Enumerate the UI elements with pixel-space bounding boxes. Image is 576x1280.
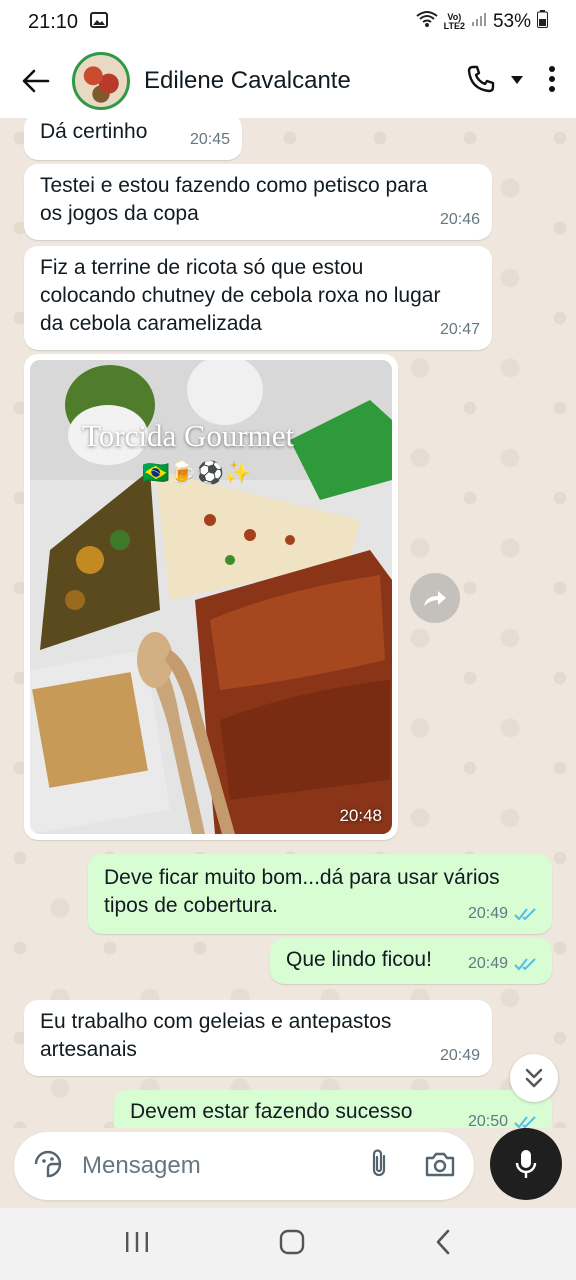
read-receipt-icon: [514, 958, 536, 971]
system-nav-bar: [0, 1208, 576, 1280]
contact-name[interactable]: Edilene Cavalcante: [144, 67, 466, 95]
message-text: Testei e estou fazendo como petisco para…: [40, 174, 428, 225]
message-time: 20:47: [439, 321, 480, 338]
message-text: Fiz a terrine de ricota só que estou col…: [40, 256, 441, 335]
message-text: Deve ficar muito bom...dá para usar vári…: [104, 866, 500, 917]
attach-button[interactable]: [368, 1148, 390, 1185]
double-chevron-down-icon: [525, 1068, 543, 1088]
sticker-button[interactable]: [32, 1148, 64, 1185]
sticker-icon: [34, 1150, 62, 1177]
kebab-menu-icon: [549, 65, 555, 92]
image-caption: Torcida Gourmet: [82, 418, 295, 453]
message-text: Eu trabalho com geleias e antepastos art…: [40, 1010, 392, 1061]
more-options-button[interactable]: [548, 65, 556, 98]
recent-apps-button[interactable]: [124, 1230, 150, 1259]
food-photo[interactable]: Torcida Gourmet 🇧🇷🍺⚽✨ 20:48: [30, 360, 392, 834]
paperclip-icon: [372, 1148, 386, 1176]
message-incoming[interactable]: Dá certinho 20:45: [24, 118, 242, 160]
call-options-button[interactable]: [510, 72, 524, 90]
home-icon: [279, 1229, 305, 1254]
read-receipt-icon: [514, 908, 536, 921]
camera-button[interactable]: [424, 1150, 456, 1183]
microphone-icon: [515, 1150, 537, 1178]
camera-icon: [425, 1152, 455, 1176]
image-emojis: 🇧🇷🍺⚽✨: [142, 460, 252, 485]
phone-call-button[interactable]: [466, 64, 496, 99]
system-back-button[interactable]: [434, 1229, 452, 1260]
message-time: 20:49: [467, 955, 508, 972]
scroll-to-bottom-button[interactable]: [510, 1054, 558, 1102]
message-time: 20:45: [189, 131, 230, 148]
signal-icon: [471, 11, 487, 33]
message-outgoing[interactable]: Deve ficar muito bom...dá para usar vári…: [88, 854, 552, 934]
recent-apps-icon: [126, 1231, 149, 1252]
message-outgoing[interactable]: Devem estar fazendo sucesso 20:50: [114, 1090, 552, 1128]
forward-icon: [424, 591, 446, 606]
message-incoming[interactable]: Fiz a terrine de ricota só que estou col…: [24, 246, 492, 350]
status-bar: 21:10 Vo) LTE2 53%: [0, 0, 576, 44]
message-time: 20:50: [467, 1113, 508, 1128]
arrow-left-icon: [22, 69, 50, 93]
volte-line2: LTE2: [443, 21, 465, 31]
message-time: 20:46: [439, 211, 480, 228]
message-composer: Mensagem: [0, 1128, 576, 1208]
battery-icon: [537, 10, 548, 34]
gallery-notification-icon: [90, 11, 109, 34]
message-incoming[interactable]: Testei e estou fazendo como petisco para…: [24, 164, 492, 240]
read-receipt-icon: [514, 1116, 536, 1128]
message-input[interactable]: Mensagem: [14, 1132, 474, 1200]
battery-percent: 53%: [492, 11, 531, 32]
avatar[interactable]: [72, 52, 130, 110]
home-button[interactable]: [279, 1229, 305, 1260]
message-time: 20:48: [339, 806, 382, 825]
back-button[interactable]: [0, 44, 72, 118]
phone-icon: [467, 65, 495, 92]
message-time: 20:49: [439, 1047, 480, 1064]
voice-record-button[interactable]: [490, 1128, 562, 1200]
message-incoming[interactable]: Eu trabalho com geleias e antepastos art…: [24, 1000, 492, 1076]
volte-indicator: Vo) LTE2: [444, 13, 465, 31]
chat-header: Edilene Cavalcante: [0, 44, 576, 118]
chat-area[interactable]: Dá certinho 20:45 Testei e estou fazendo…: [0, 118, 576, 1128]
wifi-icon: [416, 10, 438, 34]
status-time: 21:10: [28, 10, 79, 33]
chevron-left-icon: [436, 1229, 449, 1254]
forward-button[interactable]: [410, 573, 460, 623]
message-time: 20:49: [467, 905, 508, 922]
image-message[interactable]: Torcida Gourmet 🇧🇷🍺⚽✨ 20:48: [24, 354, 398, 840]
message-placeholder: Mensagem: [82, 1152, 201, 1179]
caret-down-icon: [511, 76, 523, 84]
message-outgoing[interactable]: Que lindo ficou! 20:49: [270, 938, 552, 984]
